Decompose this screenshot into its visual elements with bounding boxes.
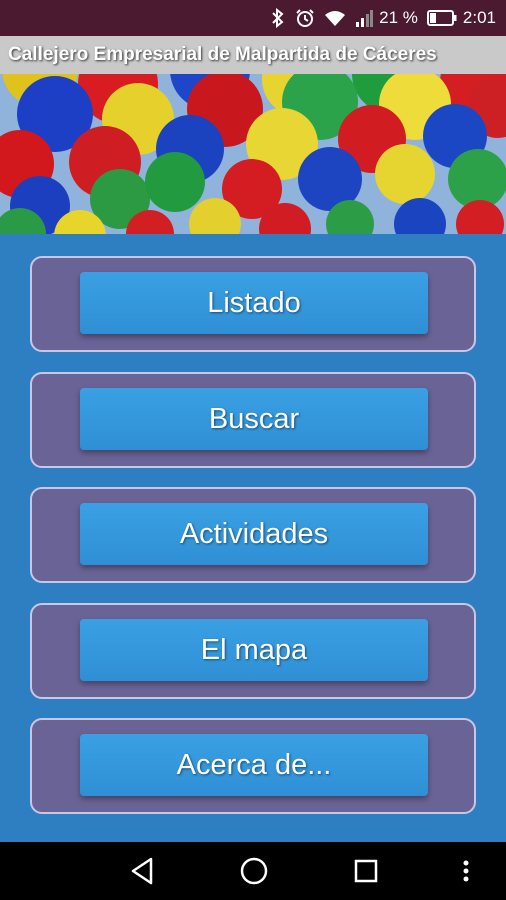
- menu-card-acerca: Acerca de...: [30, 718, 476, 814]
- listado-button[interactable]: Listado: [80, 272, 428, 334]
- actividades-button[interactable]: Actividades: [80, 503, 428, 565]
- menu-card-listado: Listado: [30, 256, 476, 352]
- battery-percent: 21 %: [379, 8, 418, 27]
- menu-card-actividades: Actividades: [30, 487, 476, 583]
- buscar-button[interactable]: Buscar: [80, 388, 428, 450]
- signal-icon: [355, 9, 374, 27]
- navigation-bar: [0, 842, 506, 900]
- acerca-de-button[interactable]: Acerca de...: [80, 734, 428, 796]
- umbrellas-photo: [0, 74, 506, 234]
- app-title: Callejero Empresarial de Malpartida de C…: [0, 36, 506, 74]
- back-icon[interactable]: [126, 855, 158, 887]
- bluetooth-icon: [270, 8, 286, 28]
- home-icon[interactable]: [238, 855, 270, 887]
- wifi-icon: [324, 9, 346, 27]
- umbrellas: [0, 74, 506, 234]
- menu-card-mapa: El mapa: [30, 603, 476, 699]
- header-banner: [0, 74, 506, 234]
- main-menu: Listado Buscar Actividades El mapa Acerc…: [0, 234, 506, 842]
- clock: 2:01: [462, 8, 496, 27]
- alarm-icon: [295, 8, 315, 28]
- battery-icon: [426, 10, 457, 26]
- status-bar: 21 % 2:01: [0, 0, 506, 36]
- mapa-button[interactable]: El mapa: [80, 619, 428, 681]
- menu-card-buscar: Buscar: [30, 372, 476, 468]
- recents-icon[interactable]: [350, 855, 382, 887]
- more-icon[interactable]: [450, 855, 482, 887]
